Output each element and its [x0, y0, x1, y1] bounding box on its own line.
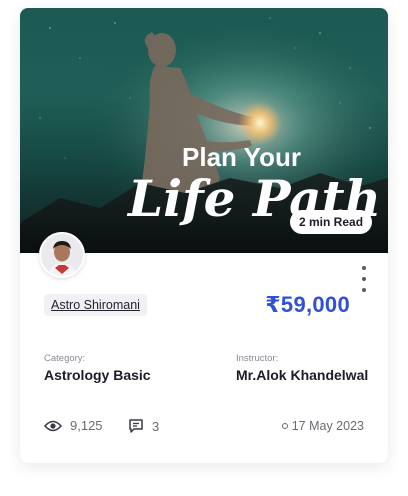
course-price: ₹59,000	[265, 292, 350, 317]
read-time-badge: 2 min Read	[290, 210, 373, 234]
more-vertical-icon-dot	[362, 288, 366, 292]
views-stat: 9,125	[44, 418, 103, 433]
comments-stat[interactable]: 3	[128, 418, 159, 434]
views-count: 9,125	[70, 418, 103, 433]
more-options-button[interactable]	[360, 266, 368, 292]
eye-icon	[44, 420, 62, 431]
avatar-image	[41, 234, 83, 276]
category-label: Category:	[44, 353, 86, 364]
course-card[interactable]: Plan Your Life Path 2 min Read Astro Shi…	[20, 8, 388, 463]
category-tag-link[interactable]: Astro Shiromani	[44, 294, 147, 316]
comments-count: 3	[152, 418, 160, 434]
more-vertical-icon-dot	[362, 277, 366, 281]
more-vertical-icon-dot	[362, 266, 366, 270]
comment-icon	[129, 419, 143, 433]
instructor-avatar[interactable]	[39, 232, 85, 278]
category-value: Astrology Basic	[44, 367, 151, 383]
date-dot-icon	[281, 423, 288, 429]
hero-title-line1: Plan Your	[182, 142, 301, 172]
publish-date-text: 17 May 2023	[291, 419, 364, 433]
instructor-label: Instructor:	[236, 353, 279, 364]
course-thumbnail[interactable]: Plan Your Life Path 2 min Read	[20, 8, 388, 253]
publish-date: 17 May 2023	[281, 419, 364, 433]
instructor-name[interactable]: Mr.Alok Khandelwal	[236, 367, 368, 383]
